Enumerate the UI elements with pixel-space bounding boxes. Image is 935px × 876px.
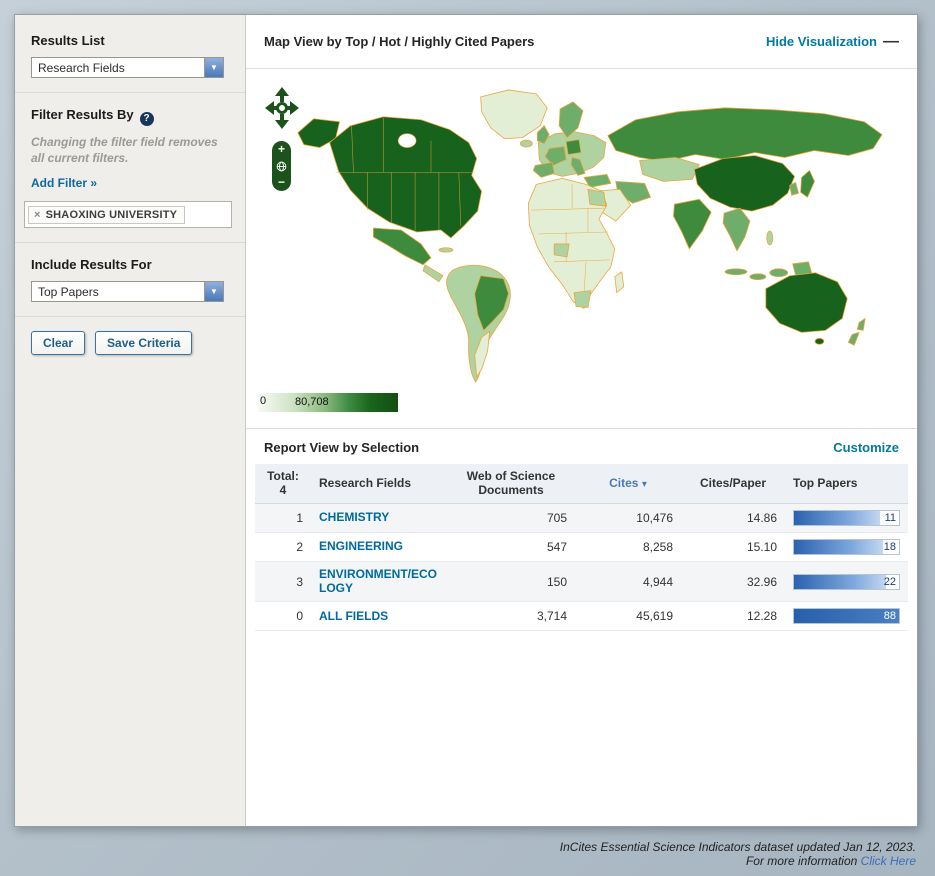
filter-by-heading: Filter Results By? — [31, 107, 229, 126]
docs-cell: 547 — [447, 532, 575, 562]
field-link[interactable]: ALL FIELDS — [319, 609, 388, 624]
cites-per-paper-cell: 14.86 — [681, 503, 785, 533]
column-header-cites-per-paper: Cites/Paper — [681, 464, 785, 504]
rank-cell: 1 — [255, 503, 311, 533]
clear-button[interactable]: Clear — [31, 331, 86, 356]
rank-cell: 3 — [255, 561, 311, 603]
click-here-link[interactable]: Click Here — [861, 854, 916, 868]
map-view-title: Map View by Top / Hot / Highly Cited Pap… — [264, 34, 535, 49]
field-link[interactable]: ENVIRONMENT/ECOLOGY — [319, 567, 439, 596]
top-papers-bar: 11 — [793, 509, 900, 526]
column-header-total: Total: 4 — [255, 464, 311, 504]
docs-cell: 705 — [447, 503, 575, 533]
field-link[interactable]: ENGINEERING — [319, 540, 403, 554]
column-header-research-fields: Research Fields — [311, 464, 447, 504]
zoom-out-icon[interactable]: − — [278, 176, 285, 188]
map-color-legend: 0 80,708 — [258, 393, 398, 412]
sidebar-buttons: Clear Save Criteria — [31, 331, 229, 356]
top-papers-bar: 18 — [793, 538, 900, 555]
include-results-heading: Include Results For — [31, 257, 152, 273]
map-region-south-america[interactable] — [446, 264, 511, 383]
docs-cell: 3,714 — [447, 601, 575, 632]
column-header-cites[interactable]: Cites ▾ — [575, 464, 681, 504]
globe-icon[interactable] — [276, 161, 287, 172]
table-header-row: Total: 4 Research Fields Web of Science … — [255, 464, 908, 504]
filter-by-label: Filter Results By — [31, 107, 134, 122]
results-list-heading: Results List — [31, 33, 105, 48]
filter-tag-label: SHAOXING UNIVERSITY — [45, 209, 178, 222]
column-header-documents: Web of Science Documents — [447, 464, 575, 504]
field-link[interactable]: CHEMISTRY — [319, 511, 389, 525]
sort-desc-icon[interactable]: ▾ — [642, 479, 647, 490]
cites-cell: 4,944 — [575, 561, 681, 603]
dropdown-arrow-icon[interactable]: ▼ — [204, 58, 223, 77]
legend-min-value: 0 — [260, 395, 267, 407]
table-row: 0 ALL FIELDS 3,714 45,619 12.28 88 — [255, 601, 908, 632]
cites-per-paper-cell: 12.28 — [681, 601, 785, 632]
total-value: 4 — [279, 483, 287, 498]
include-results-select[interactable]: Top Papers ▼ — [31, 281, 224, 303]
top-papers-bar: 22 — [793, 573, 900, 590]
zoom-control[interactable]: + − — [272, 141, 291, 191]
report-table: Total: 4 Research Fields Web of Science … — [255, 464, 908, 632]
table-row: 1 CHEMISTRY 705 10,476 14.86 11 — [255, 503, 908, 533]
cites-per-paper-cell: 32.96 — [681, 561, 785, 603]
filter-tag: × SHAOXING UNIVERSITY — [28, 206, 186, 225]
report-table-container: Total: 4 Research Fields Web of Science … — [246, 464, 917, 632]
top-papers-value: 11 — [884, 511, 896, 524]
column-header-top-papers: Top Papers — [785, 464, 908, 504]
top-papers-value: 18 — [883, 540, 896, 553]
map-region-oceania[interactable] — [765, 272, 866, 346]
report-view-title: Report View by Selection — [264, 440, 420, 455]
main-panel: Map View by Top / Hot / Highly Cited Pap… — [246, 15, 917, 826]
collapse-icon[interactable]: — — [883, 33, 899, 50]
rank-cell: 2 — [255, 532, 311, 562]
report-view-header: Report View by Selection Customize — [246, 428, 917, 464]
world-map[interactable] — [254, 81, 910, 389]
cites-sort-label[interactable]: Cites — [609, 476, 638, 490]
app-window: Results List Research Fields ▼ Filter Re… — [14, 14, 918, 827]
sidebar-divider — [15, 92, 245, 93]
remove-filter-icon[interactable]: × — [34, 209, 41, 221]
sidebar-divider — [15, 242, 245, 244]
zoom-in-icon[interactable]: + — [278, 143, 285, 155]
dropdown-arrow-icon[interactable]: ▼ — [204, 282, 223, 302]
dataset-footer: InCites Essential Science Indicators dat… — [560, 840, 916, 869]
sidebar-divider — [15, 316, 245, 318]
legend-max-value: 80,708 — [295, 396, 329, 408]
cites-per-paper-cell: 15.10 — [681, 532, 785, 562]
sidebar: Results List Research Fields ▼ Filter Re… — [15, 15, 246, 826]
more-info-text: For more information — [745, 854, 861, 869]
customize-link[interactable]: Customize — [833, 440, 899, 455]
filter-tag-container: × SHAOXING UNIVERSITY — [24, 201, 232, 229]
top-papers-bar: 88 — [793, 608, 900, 625]
pan-compass-icon[interactable] — [265, 87, 299, 131]
results-list-select[interactable]: Research Fields ▼ — [31, 57, 224, 78]
cites-cell: 8,258 — [575, 532, 681, 562]
add-filter-link[interactable]: Add Filter » — [31, 176, 97, 190]
map-region-north-america[interactable] — [297, 116, 483, 283]
map-view-header: Map View by Top / Hot / Highly Cited Pap… — [246, 15, 917, 69]
cites-cell: 10,476 — [575, 503, 681, 533]
include-results-selected-value: Top Papers — [38, 284, 99, 299]
hide-visualization-link[interactable]: Hide Visualization — [766, 34, 877, 49]
top-papers-value: 88 — [883, 610, 896, 623]
map-container: + − — [246, 81, 917, 389]
top-papers-value: 22 — [883, 575, 896, 588]
save-criteria-button[interactable]: Save Criteria — [95, 331, 193, 356]
map-region-asia[interactable] — [583, 107, 883, 281]
total-label: Total: — [267, 469, 299, 483]
results-list-selected-value: Research Fields — [38, 60, 125, 75]
dataset-updated-text: InCites Essential Science Indicators dat… — [559, 840, 916, 854]
filter-note: Changing the filter field removes all cu… — [31, 135, 218, 165]
rank-cell: 0 — [255, 601, 311, 632]
help-icon[interactable]: ? — [139, 112, 154, 126]
docs-cell: 150 — [447, 561, 575, 603]
cites-cell: 45,619 — [575, 601, 681, 632]
table-row: 2 ENGINEERING 547 8,258 15.10 18 — [255, 532, 908, 562]
table-row: 3 ENVIRONMENT/ECOLOGY 150 4,944 32.96 22 — [255, 561, 908, 603]
